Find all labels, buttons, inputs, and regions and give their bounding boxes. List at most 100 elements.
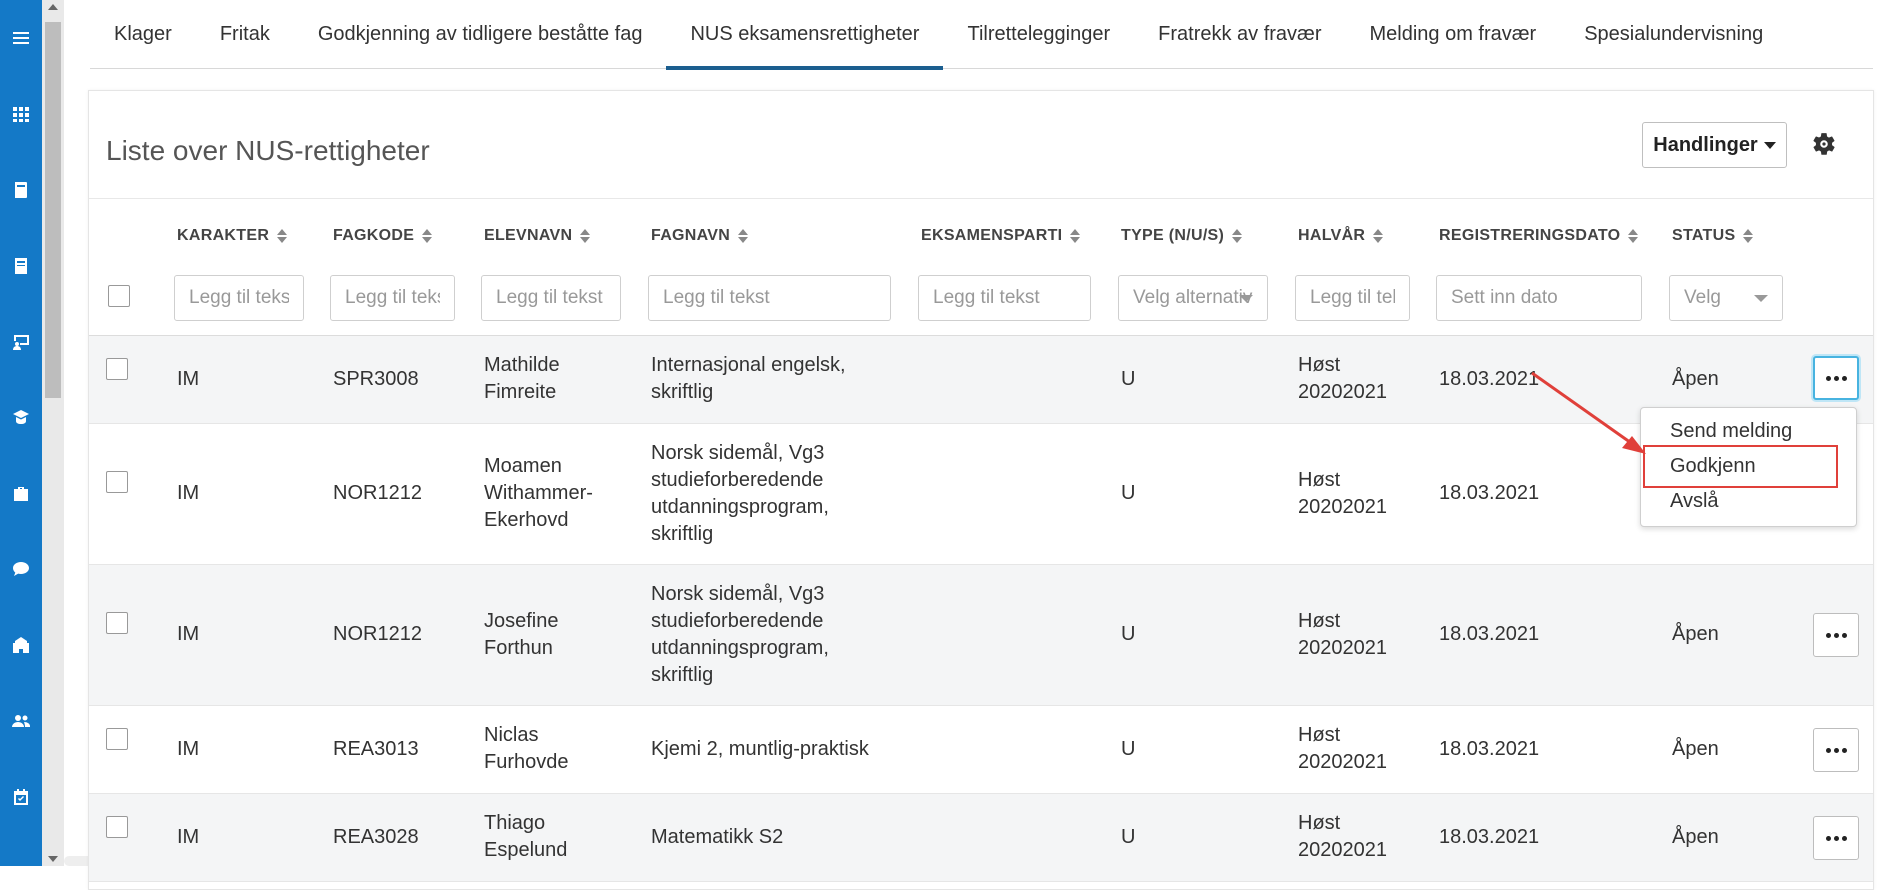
vertical-scrollbar[interactable] xyxy=(42,0,64,866)
tab-nus-eksamensrettigheter[interactable]: NUS eksamensrettigheter xyxy=(666,0,943,69)
teacher-icon[interactable] xyxy=(9,330,33,354)
sort-icon[interactable] xyxy=(1232,229,1242,243)
tab-klager[interactable]: Klager xyxy=(90,0,196,69)
filter-dato-input[interactable] xyxy=(1436,275,1642,321)
gear-icon[interactable] xyxy=(1811,131,1837,157)
cell-elevnavn: MoamenWithammer-Ekerhovd xyxy=(484,453,593,534)
cell-fagnavn: Internasjonal engelsk,skriftlig xyxy=(651,352,846,406)
menu-item-send-melding[interactable]: Send melding xyxy=(1670,420,1792,443)
sort-icon[interactable] xyxy=(1070,229,1080,243)
grid-icon[interactable] xyxy=(9,102,33,126)
filter-type-select[interactable]: Velg alternativ xyxy=(1118,275,1268,321)
col-label: STATUS xyxy=(1672,227,1735,245)
select-all-checkbox[interactable] xyxy=(108,285,130,307)
actions-dropdown-button[interactable]: Handlinger xyxy=(1642,122,1787,168)
row-checkbox[interactable] xyxy=(106,471,128,493)
col-header-elevnavn[interactable]: ELEVNAVN xyxy=(484,227,590,245)
left-nav-rail xyxy=(0,0,42,866)
filter-fagnavn-input[interactable] xyxy=(648,275,891,321)
cell-status: Åpen xyxy=(1672,366,1719,393)
calendar-icon[interactable] xyxy=(9,785,33,809)
cell-halvar: Høst20202021 xyxy=(1298,608,1387,662)
row-more-button[interactable] xyxy=(1813,816,1859,860)
filter-status-select[interactable]: Velg xyxy=(1669,275,1783,321)
table-row: IM REA3028 ThiagoEspelund Matematikk S2 … xyxy=(89,794,1873,882)
tab-spesialundervisning[interactable]: Spesialundervisning xyxy=(1560,0,1787,69)
cell-type: U xyxy=(1121,480,1135,507)
filter-elevnavn-input[interactable] xyxy=(481,275,621,321)
row-more-button[interactable] xyxy=(1813,728,1859,772)
cell-karakter: IM xyxy=(177,621,199,648)
sort-icon[interactable] xyxy=(738,229,748,243)
book-open-icon[interactable] xyxy=(9,254,33,278)
row-more-button[interactable] xyxy=(1813,356,1859,400)
tab-fritak[interactable]: Fritak xyxy=(196,0,294,69)
book-icon[interactable] xyxy=(9,178,33,202)
menu-item-avsla[interactable]: Avslå xyxy=(1670,490,1719,513)
tab-melding-om-fravaer[interactable]: Melding om fravær xyxy=(1346,0,1561,69)
col-label: FAGKODE xyxy=(333,227,414,245)
cell-elevnavn: MathildeFimreite xyxy=(484,352,560,406)
cell-fagkode: NOR1212 xyxy=(333,621,422,648)
student-icon[interactable] xyxy=(9,406,33,430)
scroll-up-icon[interactable] xyxy=(48,4,58,10)
sort-icon[interactable] xyxy=(1743,229,1753,243)
scroll-down-icon[interactable] xyxy=(48,856,58,862)
sort-icon[interactable] xyxy=(1628,229,1638,243)
school-icon[interactable] xyxy=(9,633,33,657)
col-header-eksamensparti[interactable]: EKSAMENSPARTI xyxy=(921,227,1080,245)
tab-fratrekk-av-fravaer[interactable]: Fratrekk av fravær xyxy=(1134,0,1345,69)
sort-icon[interactable] xyxy=(1373,229,1383,243)
col-header-status[interactable]: STATUS xyxy=(1672,227,1753,245)
cell-fagnavn: Kjemi 2, muntlig-praktisk xyxy=(651,736,869,763)
cell-type: U xyxy=(1121,366,1135,393)
cell-type: U xyxy=(1121,736,1135,763)
cell-fagnavn: Matematikk S2 xyxy=(651,824,783,851)
tab-tilrettelegginger[interactable]: Tilrettelegginger xyxy=(943,0,1134,69)
filter-karakter-input[interactable] xyxy=(174,275,304,321)
col-header-fagkode[interactable]: FAGKODE xyxy=(333,227,432,245)
cell-dato: 18.03.2021 xyxy=(1439,480,1539,507)
table-row: IM NOR1212 MoamenWithammer-Ekerhovd Nors… xyxy=(89,424,1873,565)
cell-status: Åpen xyxy=(1672,736,1719,763)
cell-halvar: Høst20202021 xyxy=(1298,810,1387,864)
menu-icon[interactable] xyxy=(9,26,33,50)
cell-karakter: IM xyxy=(177,480,199,507)
cell-type: U xyxy=(1121,621,1135,648)
sort-icon[interactable] xyxy=(580,229,590,243)
row-checkbox[interactable] xyxy=(106,728,128,750)
chevron-down-icon xyxy=(1239,295,1253,302)
col-label: FAGNAVN xyxy=(651,227,730,245)
filter-eksamensparti-input[interactable] xyxy=(918,275,1091,321)
col-header-type[interactable]: TYPE (N/U/S) xyxy=(1121,227,1242,245)
row-checkbox[interactable] xyxy=(106,816,128,838)
cell-fagnavn: Norsk sidemål, Vg3studieforberedendeutda… xyxy=(651,440,829,548)
col-header-halvar[interactable]: HALVÅR xyxy=(1298,227,1383,245)
scrollbar-thumb[interactable] xyxy=(45,22,61,398)
sort-icon[interactable] xyxy=(277,229,287,243)
col-header-registreringsdato[interactable]: REGISTRERINGSDATO xyxy=(1439,227,1638,245)
filter-type-placeholder: Velg alternativ xyxy=(1133,287,1252,309)
row-more-button[interactable] xyxy=(1813,613,1859,657)
col-header-fagnavn[interactable]: FAGNAVN xyxy=(651,227,748,245)
cell-status: Åpen xyxy=(1672,824,1719,851)
row-checkbox[interactable] xyxy=(106,612,128,634)
filter-fagkode-input[interactable] xyxy=(330,275,455,321)
filter-status-placeholder: Velg xyxy=(1684,287,1721,309)
sort-icon[interactable] xyxy=(422,229,432,243)
chat-icon[interactable] xyxy=(9,557,33,581)
cell-karakter: IM xyxy=(177,736,199,763)
page-title: Liste over NUS-rettigheter xyxy=(106,135,430,167)
filter-halvar-input[interactable] xyxy=(1295,275,1410,321)
briefcase-icon[interactable] xyxy=(9,482,33,506)
row-checkbox[interactable] xyxy=(106,358,128,380)
col-label: REGISTRERINGSDATO xyxy=(1439,227,1620,245)
col-header-karakter[interactable]: KARAKTER xyxy=(177,227,287,245)
table-row: IM REA3013 NiclasFurhovde Kjemi 2, muntl… xyxy=(89,706,1873,794)
cell-dato: 18.03.2021 xyxy=(1439,736,1539,763)
col-label: HALVÅR xyxy=(1298,227,1365,245)
cell-status: Åpen xyxy=(1672,621,1719,648)
cell-halvar: Høst20202021 xyxy=(1298,467,1387,521)
users-icon[interactable] xyxy=(9,709,33,733)
tab-godkjenning[interactable]: Godkjenning av tidligere beståtte fag xyxy=(294,0,667,69)
